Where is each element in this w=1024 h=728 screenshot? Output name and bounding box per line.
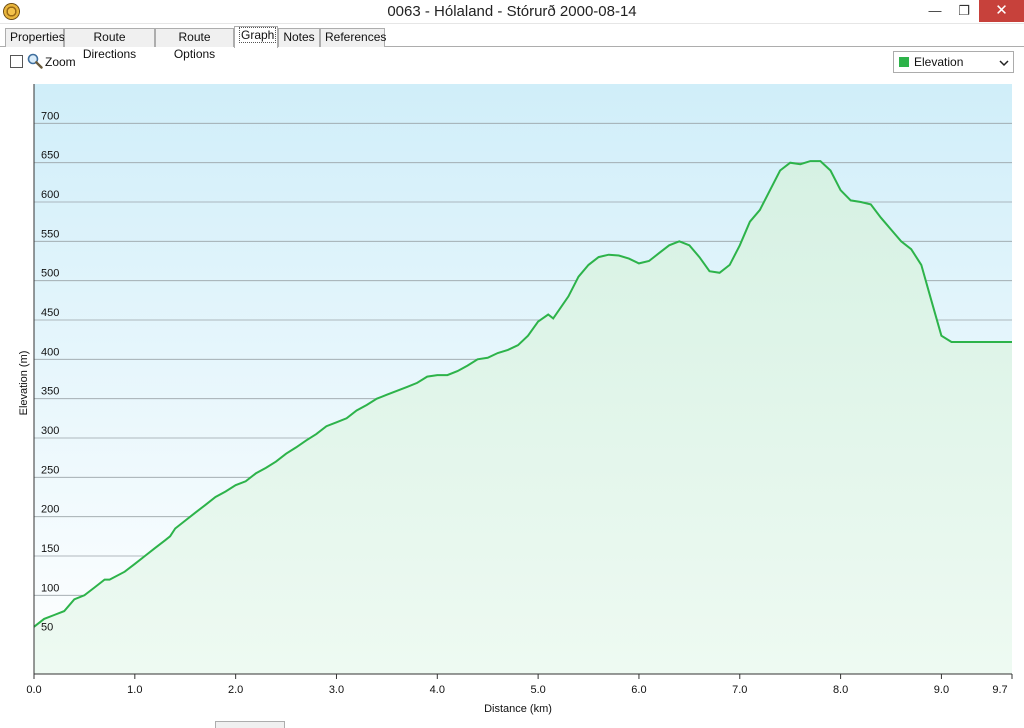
series-color-swatch	[899, 57, 909, 67]
x-tick-label: 0.0	[26, 684, 41, 696]
tab-properties[interactable]: Properties	[5, 28, 65, 47]
chevron-down-icon	[999, 60, 1009, 67]
x-tick-label: 7.0	[732, 684, 747, 696]
tab-strip: Properties Route Directions Route Option…	[0, 26, 1024, 61]
x-axis-label: Distance (km)	[484, 703, 552, 715]
y-tick-label: 100	[41, 582, 59, 594]
series-selected-value: Elevation	[914, 55, 964, 69]
y-tick-label: 300	[41, 425, 59, 437]
panel-resize-handle[interactable]	[215, 721, 285, 728]
restore-button[interactable]: ❐	[950, 0, 978, 22]
window-title: 0063 - Hólaland - Stórurð 2000-08-14	[387, 3, 637, 20]
y-tick-label: 650	[41, 150, 59, 162]
x-tick-label: 5.0	[530, 684, 545, 696]
tab-label: Route Options	[173, 30, 216, 61]
tab-graph[interactable]: Graph	[234, 26, 278, 48]
magnifier-icon[interactable]	[27, 53, 43, 69]
minimize-button[interactable]: —	[920, 0, 950, 22]
title-bar[interactable]: 0063 - Hólaland - Stórurð 2000-08-14 — ❐…	[0, 0, 1024, 24]
tab-label: Properties	[10, 30, 65, 44]
tab-notes[interactable]: Notes	[278, 28, 320, 47]
y-tick-label: 700	[41, 110, 59, 122]
tab-route-directions[interactable]: Route Directions	[64, 28, 155, 61]
x-tick-label: 4.0	[430, 684, 445, 696]
x-tick-label: 2.0	[228, 684, 243, 696]
y-tick-label: 150	[41, 543, 59, 555]
x-tick-label: 8.0	[833, 684, 848, 696]
y-tick-label: 350	[41, 386, 59, 398]
y-tick-label: 400	[41, 346, 59, 358]
series-dropdown[interactable]: Elevation	[893, 51, 1014, 73]
y-axis-label: Elevation (m)	[18, 351, 30, 416]
tab-label: References	[325, 30, 387, 44]
y-tick-label: 450	[41, 307, 59, 319]
tab-references[interactable]: References	[320, 28, 387, 47]
tab-label: Graph	[239, 27, 277, 43]
x-tick-label: 3.0	[329, 684, 344, 696]
y-tick-label: 500	[41, 268, 59, 280]
elevation-chart[interactable]: 50 100 150 200 250 300 350 400 450 500 550 600 650 70…	[5, 77, 1018, 721]
close-button[interactable]: ✕	[979, 0, 1024, 22]
tab-route-options[interactable]: Route Options	[155, 28, 234, 61]
tab-label: Notes	[283, 30, 315, 44]
route-properties-window: 0063 - Hólaland - Stórurð 2000-08-14 — ❐…	[0, 0, 1024, 728]
y-tick-label: 600	[41, 189, 59, 201]
y-tick-label: 200	[41, 504, 59, 516]
y-tick-label: 550	[41, 228, 59, 240]
x-tick-label: 9.7	[992, 684, 1007, 696]
y-tick-label: 50	[41, 622, 53, 634]
zoom-checkbox[interactable]	[10, 55, 23, 68]
x-tick-label: 6.0	[631, 684, 646, 696]
x-tick-label: 9.0	[934, 684, 949, 696]
zoom-label[interactable]: Zoom	[45, 55, 76, 69]
chart-svg: 50 100 150 200 250 300 350 400 450 500 550 600 650 70…	[18, 84, 1013, 715]
y-tick-label: 250	[41, 464, 59, 476]
tab-label: Route Directions	[82, 30, 137, 61]
x-tick-label: 1.0	[127, 684, 142, 696]
